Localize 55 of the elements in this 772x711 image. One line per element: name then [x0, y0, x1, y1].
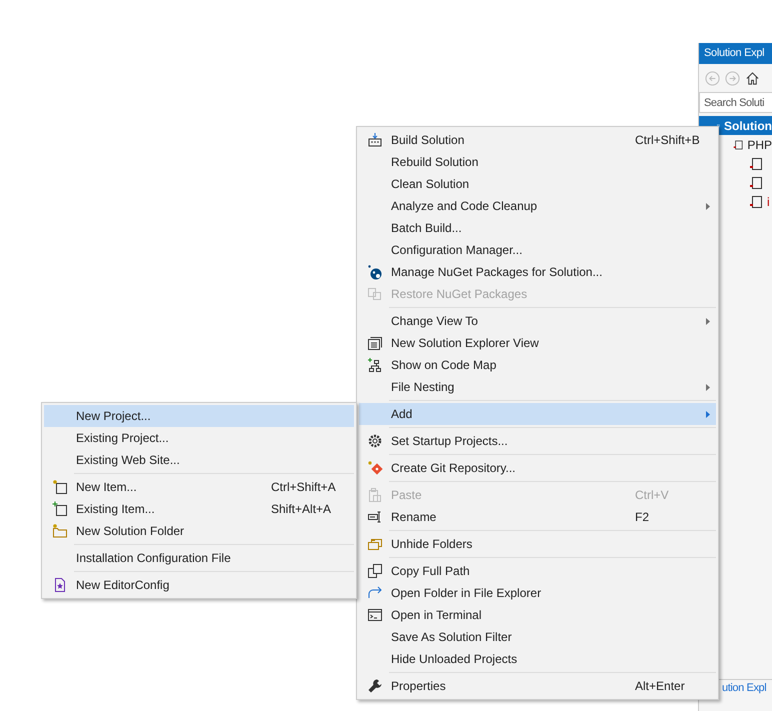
menu-item[interactable]: Copy Full Path: [359, 560, 716, 582]
gear-icon: [367, 433, 383, 449]
menu-item[interactable]: New Project...: [44, 405, 354, 427]
folders-icon: [367, 536, 383, 552]
menu-item[interactable]: New Item... Ctrl+Shift+A: [44, 476, 354, 498]
tree-label: Solution: [724, 118, 772, 134]
file-icon: [749, 156, 763, 170]
menu-item[interactable]: Add: [359, 403, 716, 425]
git-icon: [367, 460, 383, 476]
editorconfig-icon: [52, 577, 68, 593]
file-icon: [733, 138, 744, 152]
panel-title: Solution Expl: [699, 43, 772, 64]
menu-item[interactable]: Existing Project...: [44, 427, 354, 449]
menu-item[interactable]: New Solution Folder: [44, 520, 354, 542]
search-field[interactable]: Search Soluti: [699, 92, 772, 113]
explorer-view-icon: [367, 335, 383, 351]
menu-item[interactable]: File Nesting: [359, 376, 716, 398]
new-item-icon: [52, 479, 68, 495]
package-icon: [367, 264, 383, 280]
menu-item[interactable]: Batch Build...: [359, 217, 716, 239]
restore-icon: [367, 286, 383, 302]
menu-item[interactable]: Create Git Repository...: [359, 457, 716, 479]
tree-label: PHP: [747, 136, 772, 154]
file-icon: [749, 176, 763, 190]
menu-item[interactable]: Open Folder in File Explorer: [359, 582, 716, 604]
menu-item[interactable]: Rebuild Solution: [359, 151, 716, 173]
code-map-icon: [367, 357, 383, 373]
build-icon: [367, 132, 383, 148]
menu-item[interactable]: Change View To: [359, 310, 716, 332]
rename-icon: [367, 509, 383, 525]
menu-item[interactable]: New EditorConfig: [44, 574, 354, 596]
menu-item[interactable]: Existing Item... Shift+Alt+A: [44, 498, 354, 520]
copy-icon: [367, 563, 383, 579]
new-folder-icon: [52, 523, 68, 539]
menu-item[interactable]: New Solution Explorer View: [359, 332, 716, 354]
file-icon: [749, 194, 763, 208]
redirect-arrow-icon: [367, 585, 383, 601]
menu-item[interactable]: Manage NuGet Packages for Solution...: [359, 261, 716, 283]
menu-item[interactable]: Installation Configuration File: [44, 547, 354, 569]
menu-item[interactable]: Open in Terminal: [359, 604, 716, 626]
menu-item[interactable]: Configuration Manager...: [359, 239, 716, 261]
menu-item[interactable]: Save As Solution Filter: [359, 626, 716, 648]
menu-item[interactable]: Existing Web Site...: [44, 449, 354, 471]
home-icon[interactable]: [745, 70, 760, 86]
menu-item[interactable]: Show on Code Map: [359, 354, 716, 376]
menu-item[interactable]: Hide Unloaded Projects: [359, 648, 716, 670]
wrench-icon: [367, 678, 383, 694]
tree-label: i: [767, 194, 770, 210]
menu-item[interactable]: Clean Solution: [359, 173, 716, 195]
paste-icon: [367, 487, 383, 503]
add-item-icon: [52, 501, 68, 517]
menu-item[interactable]: Rename F2: [359, 506, 716, 528]
menu-item[interactable]: Set Startup Projects...: [359, 430, 716, 452]
terminal-icon: [367, 607, 383, 623]
menu-item[interactable]: Unhide Folders: [359, 533, 716, 555]
